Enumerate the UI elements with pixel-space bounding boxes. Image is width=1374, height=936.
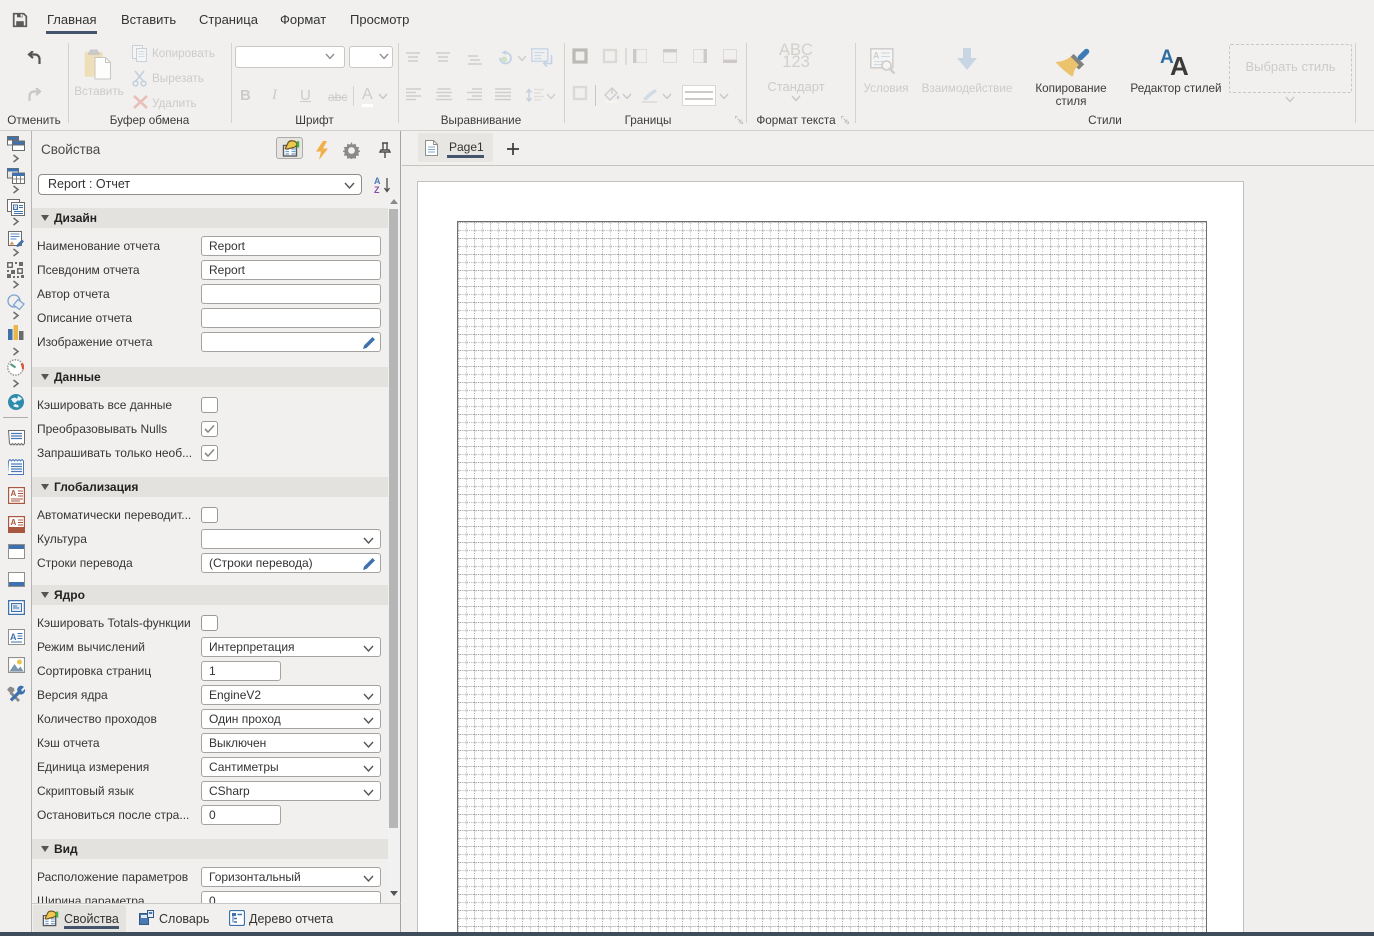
svg-text:A: A [14,205,17,210]
svg-text:Z: Z [374,185,380,194]
svg-text:A: A [1170,51,1189,79]
svg-text:A: A [11,489,17,498]
svg-text:A: A [873,51,880,61]
svg-text:A: A [11,518,17,527]
svg-text:A: A [10,632,17,642]
